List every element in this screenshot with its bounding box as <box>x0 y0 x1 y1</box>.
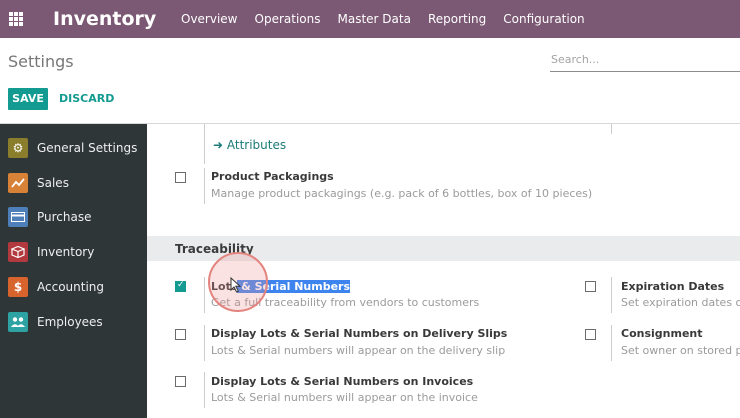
setting-divider <box>204 372 205 408</box>
setting-divider <box>611 325 612 361</box>
discard-button[interactable]: DISCARD <box>59 88 114 110</box>
setting-divider <box>611 124 612 134</box>
box-icon <box>8 242 28 262</box>
product-packagings-description: Manage product packagings (e.g. pack of … <box>211 187 593 200</box>
lots-serial-checkbox[interactable] <box>175 280 186 292</box>
sidebar-item-label: Inventory <box>37 245 95 259</box>
setting-divider <box>204 168 205 204</box>
attributes-link-label: Attributes <box>226 138 287 152</box>
consignment-label: Consignment <box>621 327 703 340</box>
setting-divider <box>204 325 205 361</box>
sidebar-item-label: Accounting <box>37 280 105 294</box>
apps-grid-icon[interactable] <box>9 12 23 26</box>
expiration-dates-label: Expiration Dates <box>621 280 725 293</box>
setting-divider <box>204 124 205 164</box>
top-menu: Overview Operations Master Data Reportin… <box>181 11 602 27</box>
chart-icon <box>8 173 28 193</box>
delivery-slips-description: Lots & Serial numbers will appear on the… <box>211 344 506 357</box>
search-input[interactable]: Search... <box>550 50 740 72</box>
sidebar-item-label: General Settings <box>37 141 138 155</box>
sidebar-item-accounting[interactable]: $ Accounting <box>0 271 147 304</box>
delivery-slips-label: Display Lots & Serial Numbers on Deliver… <box>211 327 508 340</box>
expiration-dates-description: Set expiration dates on l <box>621 296 740 309</box>
app-title[interactable]: Inventory <box>53 7 156 31</box>
attributes-link[interactable]: ➜ Attributes <box>213 138 286 152</box>
sidebar-item-label: Employees <box>37 315 103 329</box>
setting-divider <box>204 277 205 313</box>
sidebar-item-inventory[interactable]: Inventory <box>0 236 147 269</box>
dollar-icon: $ <box>8 277 28 297</box>
menu-master-data[interactable]: Master Data <box>337 11 410 27</box>
consignment-description: Set owner on stored pro <box>621 344 740 357</box>
top-navbar: Inventory Overview Operations Master Dat… <box>0 0 740 38</box>
search-placeholder: Search... <box>551 53 600 66</box>
menu-reporting[interactable]: Reporting <box>428 11 486 27</box>
product-packagings-label: Product Packagings <box>211 170 334 183</box>
sidebar-item-sales[interactable]: Sales <box>0 167 147 200</box>
menu-configuration[interactable]: Configuration <box>503 11 584 27</box>
sidebar-item-purchase[interactable]: Purchase <box>0 201 147 234</box>
product-packagings-checkbox[interactable] <box>175 172 186 183</box>
invoices-label: Display Lots & Serial Numbers on Invoice… <box>211 375 474 388</box>
people-icon <box>8 312 28 332</box>
settings-sidebar: ⚙ General Settings Sales Purchase Invent… <box>0 124 147 418</box>
sidebar-item-general-settings[interactable]: ⚙ General Settings <box>0 132 147 165</box>
sidebar-item-label: Sales <box>37 176 69 190</box>
gear-icon: ⚙ <box>8 138 28 158</box>
delivery-slips-checkbox[interactable] <box>175 329 186 340</box>
invoices-checkbox[interactable] <box>175 376 186 387</box>
settings-content: ➜ Attributes Product Packagings Manage p… <box>147 124 740 418</box>
menu-operations[interactable]: Operations <box>255 11 321 27</box>
control-panel: Settings Search... SAVE DISCARD <box>0 38 740 124</box>
save-button[interactable]: SAVE <box>8 88 48 110</box>
sidebar-item-label: Purchase <box>37 210 92 224</box>
credit-card-icon <box>8 207 28 227</box>
invoices-description: Lots & Serial numbers will appear on the… <box>211 391 478 404</box>
menu-overview[interactable]: Overview <box>181 11 238 27</box>
setting-divider <box>611 277 612 313</box>
expiration-dates-checkbox[interactable] <box>585 281 596 292</box>
page-title: Settings <box>8 52 74 71</box>
mouse-pointer-icon <box>230 277 242 293</box>
sidebar-item-employees[interactable]: Employees <box>0 306 147 339</box>
consignment-checkbox[interactable] <box>585 329 596 340</box>
